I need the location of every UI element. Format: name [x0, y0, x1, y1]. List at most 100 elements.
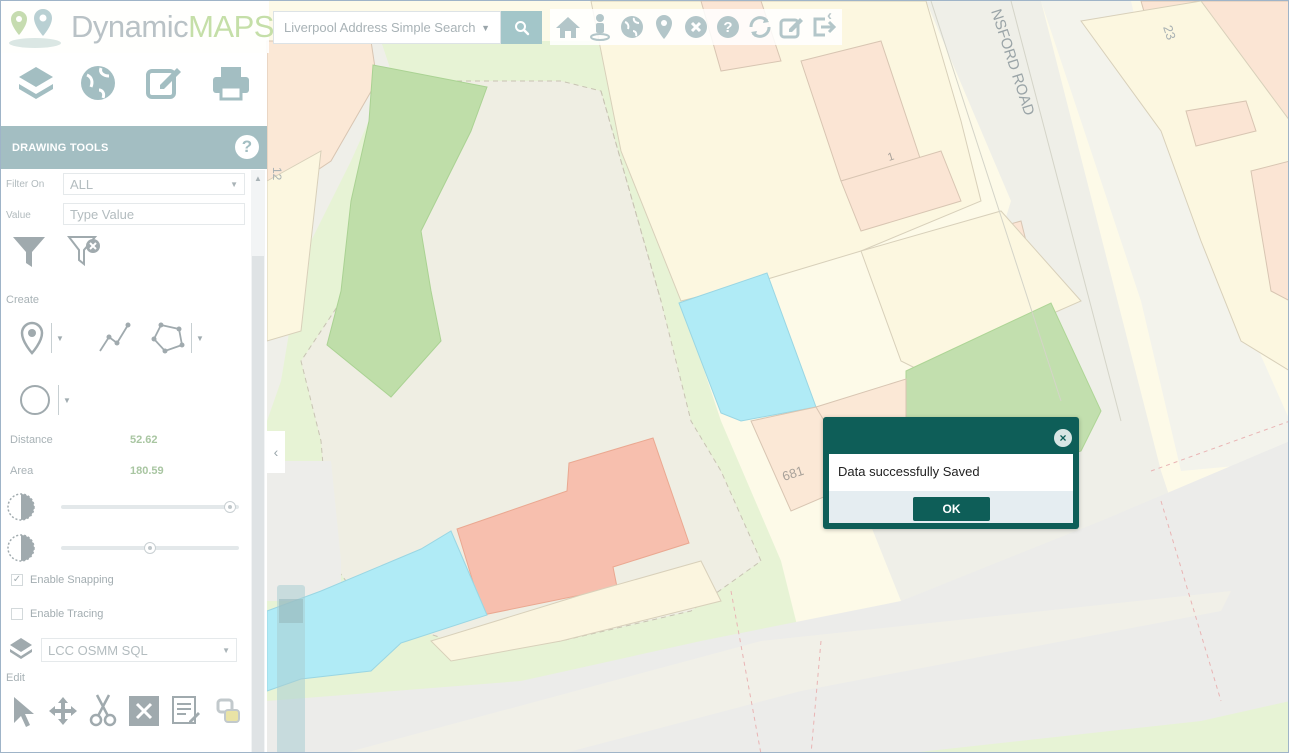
zoom-slider-handle[interactable]	[279, 599, 303, 623]
address-search-placeholder: Liverpool Address Simple Search	[284, 20, 476, 35]
area-label: Area	[10, 465, 34, 477]
enable-snapping-label: Enable Snapping	[30, 574, 114, 586]
globe-icon[interactable]	[78, 63, 118, 103]
chevron-down-icon[interactable]: ▼	[63, 396, 71, 405]
edit-icon	[779, 18, 803, 39]
value-input[interactable]: Type Value	[63, 203, 245, 225]
chevron-down-icon[interactable]: ▼	[56, 334, 64, 343]
opacity-slider-2[interactable]	[61, 542, 239, 554]
scroll-up-icon[interactable]: ▲	[254, 174, 262, 183]
map-marker-icon	[656, 15, 672, 39]
search-icon	[514, 20, 529, 35]
refresh-button[interactable]	[746, 12, 774, 42]
checkbox-box[interactable]	[11, 608, 23, 620]
map-house-number: 12	[270, 167, 284, 181]
help-icon[interactable]: ?	[235, 135, 259, 159]
street-view-icon	[590, 14, 610, 41]
enable-snapping-checkbox[interactable]: ✓ Enable Snapping	[11, 574, 114, 586]
scrollbar-thumb[interactable]	[252, 256, 264, 752]
chevron-down-icon[interactable]: ▼	[196, 334, 204, 343]
chevron-down-icon: ▼	[222, 645, 230, 655]
layers-icon	[10, 638, 32, 659]
logo-text: DynamicMAPS	[71, 9, 274, 45]
area-value: 180.59	[130, 465, 164, 477]
layers-icon[interactable]	[16, 63, 56, 103]
chevron-down-icon: ▼	[481, 22, 490, 33]
help-button[interactable]: ?	[714, 12, 742, 42]
edit-label: Edit	[6, 672, 25, 684]
value-placeholder: Type Value	[70, 206, 135, 222]
drawing-tools-header: DRAWING TOOLS ?	[1, 126, 267, 169]
home-icon	[556, 17, 580, 38]
panel-collapse-button[interactable]: ‹	[267, 431, 285, 473]
left-panel: DRAWING TOOLS ? ▲ Filter On ALL ▼ Value …	[1, 53, 267, 752]
address-search-select[interactable]: Liverpool Address Simple Search ▼	[273, 11, 501, 44]
close-circle-icon	[685, 16, 707, 38]
slider-handle[interactable]	[144, 542, 156, 554]
select-pointer-icon[interactable]	[10, 695, 38, 729]
line-tool-icon[interactable]	[97, 321, 131, 355]
opacity-icon	[7, 534, 35, 562]
chevron-left-icon: ‹	[273, 444, 279, 460]
slider-handle[interactable]	[223, 501, 236, 513]
map-marker-button[interactable]	[650, 12, 678, 42]
point-tool[interactable]: ▼	[19, 321, 64, 355]
divider	[51, 323, 52, 353]
edit-button[interactable]	[778, 12, 806, 42]
move-icon[interactable]	[47, 695, 79, 727]
opacity-slider-1[interactable]	[61, 501, 239, 513]
distance-value: 52.62	[130, 434, 158, 446]
circle-tool[interactable]: ▼	[18, 383, 71, 417]
value-label: Value	[6, 210, 31, 221]
distance-label: Distance	[10, 434, 53, 446]
scissors-icon[interactable]	[89, 693, 117, 727]
ok-button[interactable]: OK	[913, 497, 990, 521]
dialog-message: Data successfully Saved	[829, 454, 1073, 491]
logo-text-dynamic: Dynamic	[71, 9, 189, 44]
help-icon: ?	[717, 16, 739, 38]
chevron-down-icon: ▼	[230, 179, 238, 189]
home-button[interactable]	[554, 12, 582, 42]
attributes-edit-icon[interactable]	[171, 695, 201, 727]
top-toolbar: ?	[550, 9, 842, 45]
circle-icon	[20, 385, 50, 415]
app-frame: NSFORD ROAD 23 12 681 1 DynamicMAPS Live…	[0, 0, 1289, 753]
filter-on-label: Filter On	[6, 179, 45, 190]
filter-on-select[interactable]: ALL ▼	[63, 173, 245, 195]
enable-tracing-checkbox[interactable]: Enable Tracing	[11, 608, 103, 620]
delete-icon[interactable]	[128, 695, 160, 727]
map-marker-icon	[20, 321, 44, 355]
create-label: Create	[6, 294, 40, 306]
polygon-icon	[151, 322, 185, 354]
divider	[58, 385, 59, 415]
dialog-footer: OK	[829, 491, 1073, 523]
filter-icon[interactable]	[11, 235, 47, 269]
street-view-button[interactable]	[586, 12, 614, 42]
edit-icon[interactable]	[144, 63, 184, 103]
globe-button[interactable]	[618, 12, 646, 42]
panel-scrollbar[interactable]: ▲	[251, 170, 265, 752]
app-logo: DynamicMAPS	[1, 1, 274, 53]
zoom-slider[interactable]	[277, 585, 305, 752]
chevron-left-icon[interactable]: ‹	[827, 7, 841, 25]
checkbox-box[interactable]: ✓	[11, 574, 23, 586]
clear-button[interactable]	[682, 12, 710, 42]
refresh-icon	[749, 16, 771, 38]
polygon-tool[interactable]: ▼	[151, 321, 204, 355]
svg-text:?: ?	[723, 19, 732, 36]
layer-select[interactable]: LCC OSMM SQL ▼	[41, 638, 237, 662]
globe-icon	[621, 16, 643, 38]
search-button[interactable]	[501, 11, 542, 44]
logo-pins-icon	[9, 9, 61, 48]
print-icon[interactable]	[211, 63, 251, 103]
enable-tracing-label: Enable Tracing	[30, 608, 104, 620]
clear-filter-icon[interactable]	[67, 235, 103, 269]
merge-icon[interactable]	[215, 697, 243, 725]
close-icon[interactable]: ×	[1054, 429, 1072, 447]
save-success-dialog: × Data successfully Saved OK	[823, 417, 1079, 529]
filter-on-value: ALL	[70, 176, 94, 192]
panel-title: DRAWING TOOLS	[12, 141, 109, 154]
logo-text-maps: MAPS	[188, 9, 274, 44]
opacity-icon	[7, 493, 35, 521]
layer-select-value: LCC OSMM SQL	[48, 642, 148, 658]
